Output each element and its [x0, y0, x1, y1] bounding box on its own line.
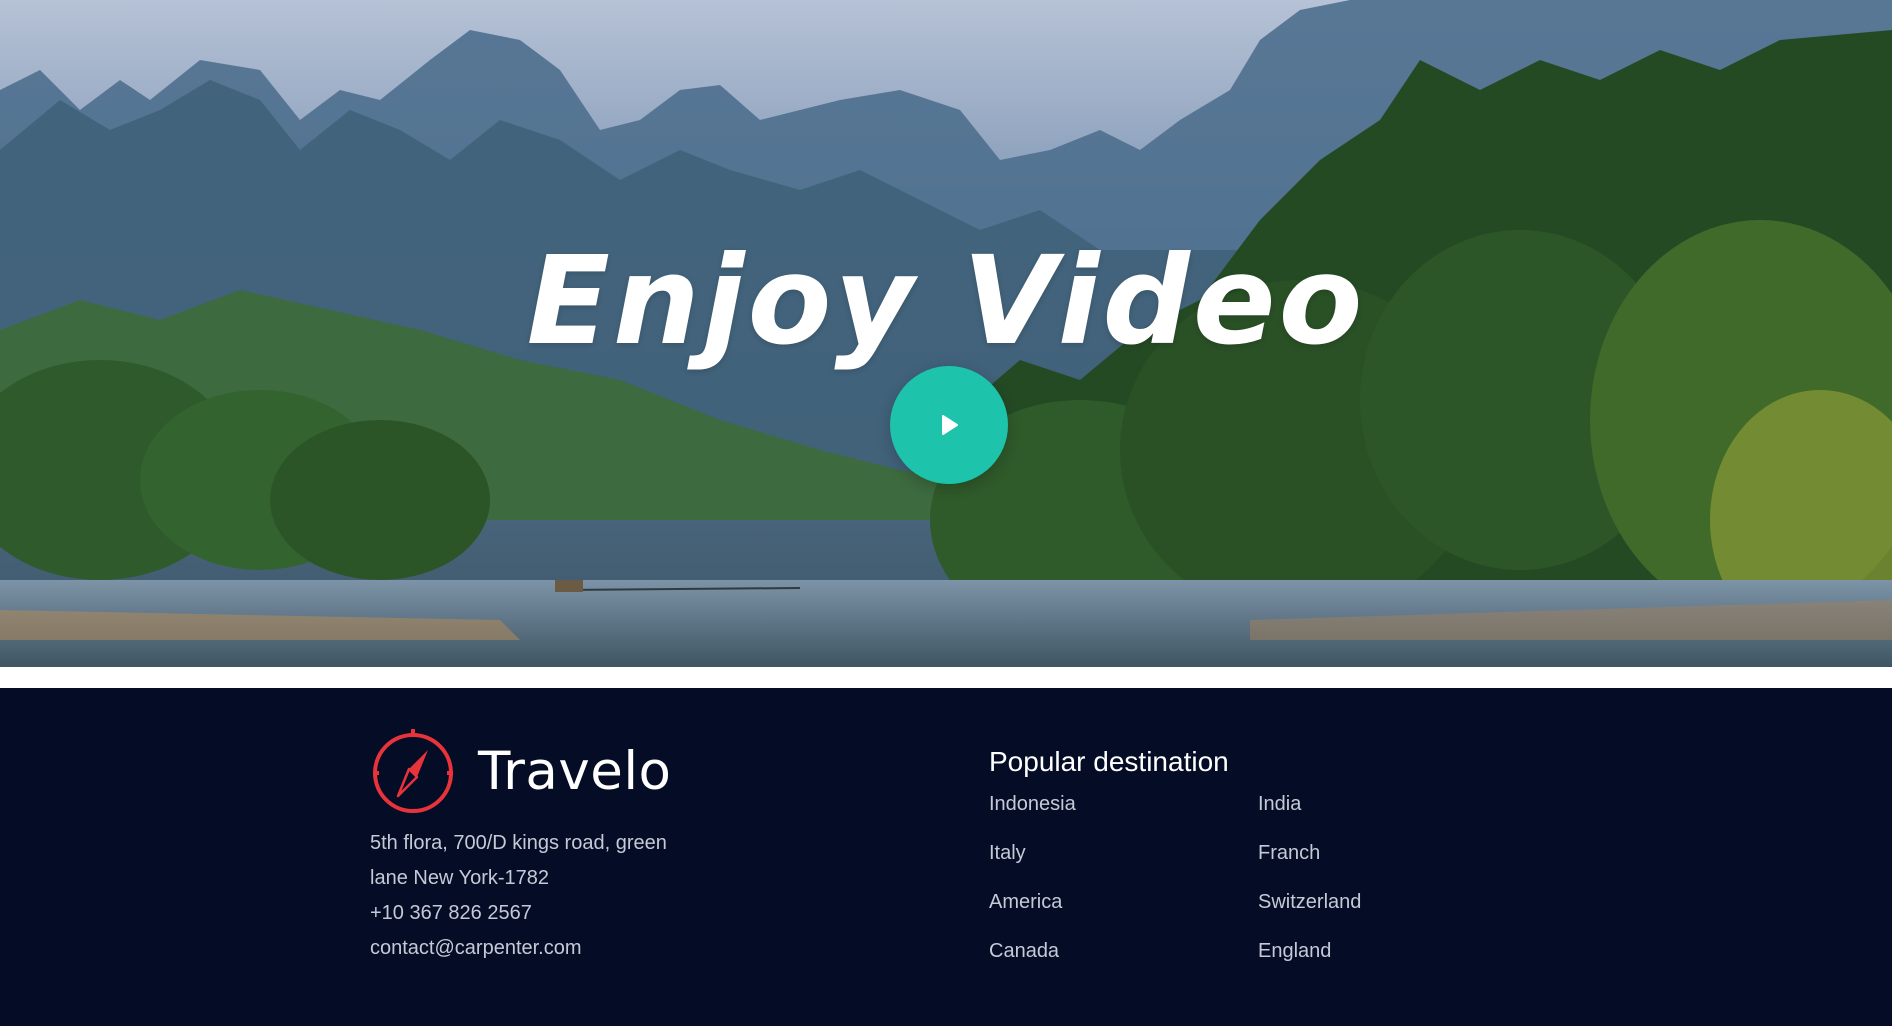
phone-number[interactable]: +10 367 826 2567	[370, 896, 690, 931]
video-hero: Enjoy Video	[0, 0, 1892, 667]
destination-link-england[interactable]: England	[1258, 939, 1458, 988]
destination-link-franch[interactable]: Franch	[1258, 841, 1458, 890]
hero-title: Enjoy Video	[526, 229, 1366, 372]
address-line-1: 5th flora, 700/D kings road, green	[370, 832, 667, 854]
footer: Travelo 5th flora, 700/D kings road, gre…	[0, 688, 1892, 1026]
destination-link-america[interactable]: America	[989, 890, 1258, 939]
play-video-button[interactable]	[890, 366, 1008, 484]
page: Enjoy Video Travelo 5th flora, 700/D kin…	[0, 0, 1892, 1026]
address-line-2: lane New York-1782	[370, 867, 550, 889]
destination-link-india[interactable]: India	[1258, 792, 1458, 841]
destination-link-canada[interactable]: Canada	[989, 939, 1258, 988]
destination-link-italy[interactable]: Italy	[989, 841, 1258, 890]
contact-info: 5th flora, 700/D kings road, green lane …	[370, 826, 690, 966]
destination-link-switzerland[interactable]: Switzerland	[1258, 890, 1458, 939]
compass-icon	[373, 729, 453, 813]
destination-link-indonesia[interactable]: Indonesia	[989, 792, 1258, 841]
popular-destination-heading: Popular destination	[989, 746, 1229, 777]
brand-name: Travelo	[478, 740, 672, 802]
play-icon	[942, 415, 958, 435]
footer-brand[interactable]: Travelo	[370, 728, 671, 814]
destination-list: Indonesia India Italy Franch America Swi…	[989, 792, 1458, 988]
section-divider	[0, 667, 1892, 688]
email-address[interactable]: contact@carpenter.com	[370, 931, 690, 966]
